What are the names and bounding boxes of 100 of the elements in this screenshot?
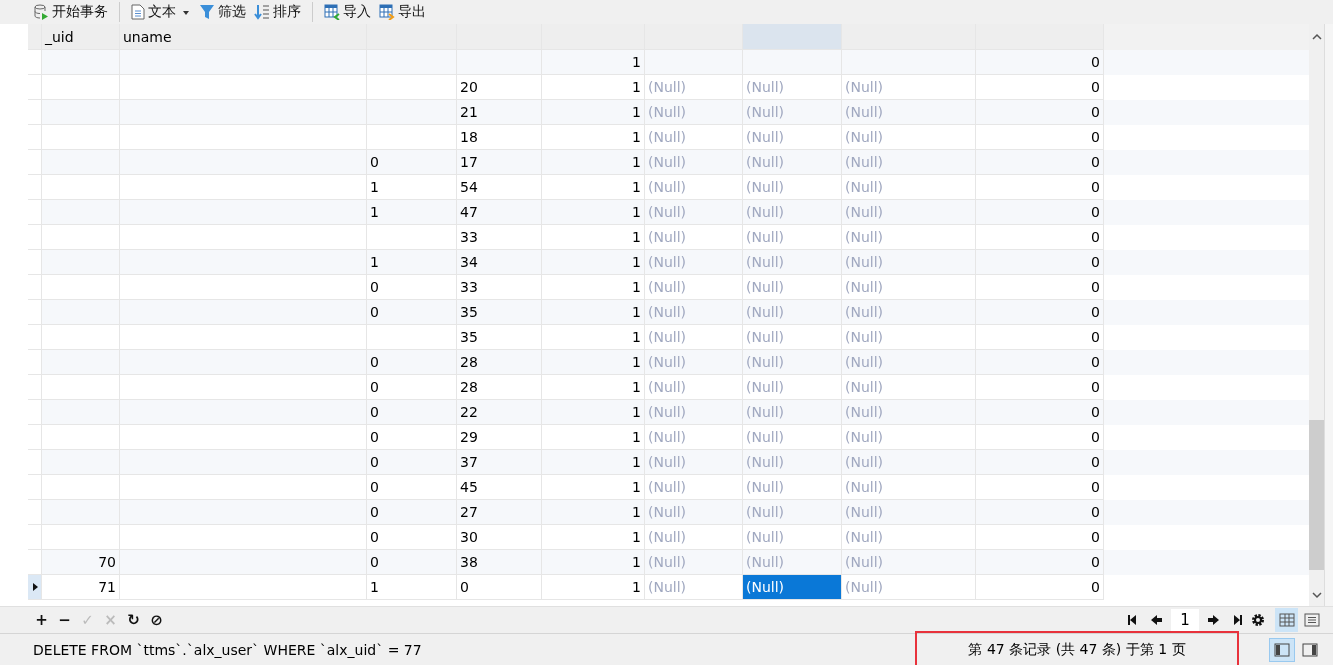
record-tool-button[interactable]: ⊘ — [145, 611, 168, 629]
table-cell: 1 — [632, 504, 641, 520]
next-page-icon[interactable] — [1207, 614, 1221, 626]
table-cell: (Null) — [648, 229, 687, 245]
table-cell: 0 — [1091, 179, 1100, 195]
table-cell: 1 — [632, 204, 641, 220]
table-cell: 0 — [370, 454, 379, 470]
table-cell: (Null) — [746, 504, 785, 520]
table-row[interactable]: 0 37 1 (Null) (Null) (Null) 0 — [28, 450, 1309, 475]
table-cell: 1 — [632, 104, 641, 120]
table-cell: 0 — [1091, 479, 1100, 495]
table-cell: 47 — [460, 204, 478, 220]
table-row[interactable]: 70 0 38 1 (Null) (Null) (Null) 0 — [28, 550, 1309, 575]
table-cell: 0 — [370, 279, 379, 295]
column-header[interactable] — [743, 24, 842, 50]
table-cell: 0 — [1091, 254, 1100, 270]
sql-statement: DELETE FROM `ttms`.`alx_user` WHERE `alx_uid` = 77 — [32, 641, 423, 658]
table-cell: 0 — [370, 379, 379, 395]
table-cell: (Null) — [648, 529, 687, 545]
column-header[interactable]: _uid — [42, 24, 120, 50]
table-cell: 0 — [1091, 354, 1100, 370]
column-header[interactable] — [842, 24, 976, 50]
table-cell: (Null) — [845, 279, 884, 295]
toolbar-button[interactable]: 导入 — [321, 2, 374, 22]
table-row[interactable]: 21 1 (Null) (Null) (Null) 0 — [28, 100, 1309, 125]
table-cell: 0 — [1091, 79, 1100, 95]
grid-view-icon — [1278, 613, 1295, 627]
table-row[interactable]: 1 47 1 (Null) (Null) (Null) 0 — [28, 200, 1309, 225]
table-row[interactable]: 1 34 1 (Null) (Null) (Null) 0 — [28, 250, 1309, 275]
table-cell: 22 — [460, 404, 478, 420]
toolbar-button[interactable]: 筛选 — [196, 2, 249, 22]
table-cell: (Null) — [746, 479, 785, 495]
table-cell: 0 — [370, 154, 379, 170]
table-cell: 0 — [1091, 454, 1100, 470]
table-cell: (Null) — [845, 479, 884, 495]
table-cell: 1 — [370, 579, 379, 595]
table-cell: 0 — [370, 404, 379, 420]
table-cell: (Null) — [845, 129, 884, 145]
table-cell: (Null) — [845, 329, 884, 345]
scroll-down-icon[interactable] — [1310, 590, 1323, 600]
view-toggle-button[interactable] — [1275, 608, 1298, 632]
table-row[interactable]: 0 28 1 (Null) (Null) (Null) 0 — [28, 350, 1309, 375]
table-cell: 30 — [460, 529, 478, 545]
table-cell: 34 — [460, 254, 478, 270]
toolbar-button[interactable]: 排序 — [251, 2, 304, 22]
table-import-icon — [324, 4, 340, 20]
table-cell: 20 — [460, 79, 478, 95]
record-tool-button[interactable]: − — [53, 611, 76, 629]
record-tool-button[interactable]: ↻ — [122, 611, 145, 629]
toolbar-button[interactable]: 文本 — [128, 2, 194, 22]
table-row[interactable]: 0 17 1 (Null) (Null) (Null) 0 — [28, 150, 1309, 175]
previous-page-icon[interactable] — [1149, 614, 1163, 626]
table-cell: 1 — [632, 129, 641, 145]
table-row[interactable]: 0 35 1 (Null) (Null) (Null) 0 — [28, 300, 1309, 325]
table-row[interactable]: 1 0 — [28, 50, 1309, 75]
table-cell: (Null) — [845, 254, 884, 270]
vertical-scrollbar[interactable] — [1309, 24, 1324, 606]
table-row[interactable]: 0 27 1 (Null) (Null) (Null) 0 — [28, 500, 1309, 525]
table-cell: 1 — [632, 304, 641, 320]
table-cell: (Null) — [845, 454, 884, 470]
table-cell: (Null) — [746, 279, 785, 295]
table-cell: 1 — [632, 554, 641, 570]
table-cell: (Null) — [746, 354, 785, 370]
column-header[interactable]: uname — [120, 24, 367, 50]
table-row[interactable]: 71 1 0 1 (Null) (Null) (Null) 0 — [28, 575, 1309, 600]
column-header[interactable] — [645, 24, 743, 50]
table-cell: 1 — [632, 179, 641, 195]
table-cell: (Null) — [845, 554, 884, 570]
table-cell: (Null) — [648, 504, 687, 520]
table-cell: 0 — [1091, 554, 1100, 570]
table-cell: (Null) — [746, 254, 785, 270]
row-header[interactable] — [28, 575, 42, 600]
table-cell: 38 — [460, 554, 478, 570]
table-cell: (Null) — [746, 229, 785, 245]
table-cell: 27 — [460, 504, 478, 520]
table-cell: (Null) — [648, 429, 687, 445]
table-cell: 0 — [1091, 529, 1100, 545]
page-field[interactable]: 1 — [1171, 609, 1199, 631]
table-cell: (Null) — [648, 179, 687, 195]
table-cell: 35 — [460, 329, 478, 345]
table-cell: 28 — [460, 379, 478, 395]
table-cell: (Null) — [648, 329, 687, 345]
record-tool-button[interactable]: + — [30, 611, 53, 629]
left-panel-icon — [1274, 642, 1290, 657]
table-cell: 17 — [460, 154, 478, 170]
filter-icon — [199, 4, 215, 20]
table-row[interactable]: 0 22 1 (Null) (Null) (Null) 0 — [28, 400, 1309, 425]
scrollbar-thumb[interactable] — [1309, 420, 1324, 570]
sort-icon — [254, 4, 270, 20]
view-toggle-button[interactable] — [1269, 637, 1295, 662]
table-cell: 1 — [632, 379, 641, 395]
table-cell: 0 — [1091, 304, 1100, 320]
toolbar-button[interactable]: 导出 — [376, 2, 429, 22]
table-cell: 1 — [370, 179, 379, 195]
table-cell: (Null) — [648, 354, 687, 370]
settings-icon[interactable] — [1251, 613, 1265, 627]
toolbar-button[interactable]: 开始事务 — [30, 2, 111, 22]
table-cell: (Null) — [746, 429, 785, 445]
table-cell: (Null) — [845, 154, 884, 170]
scroll-up-icon[interactable] — [1310, 32, 1323, 42]
